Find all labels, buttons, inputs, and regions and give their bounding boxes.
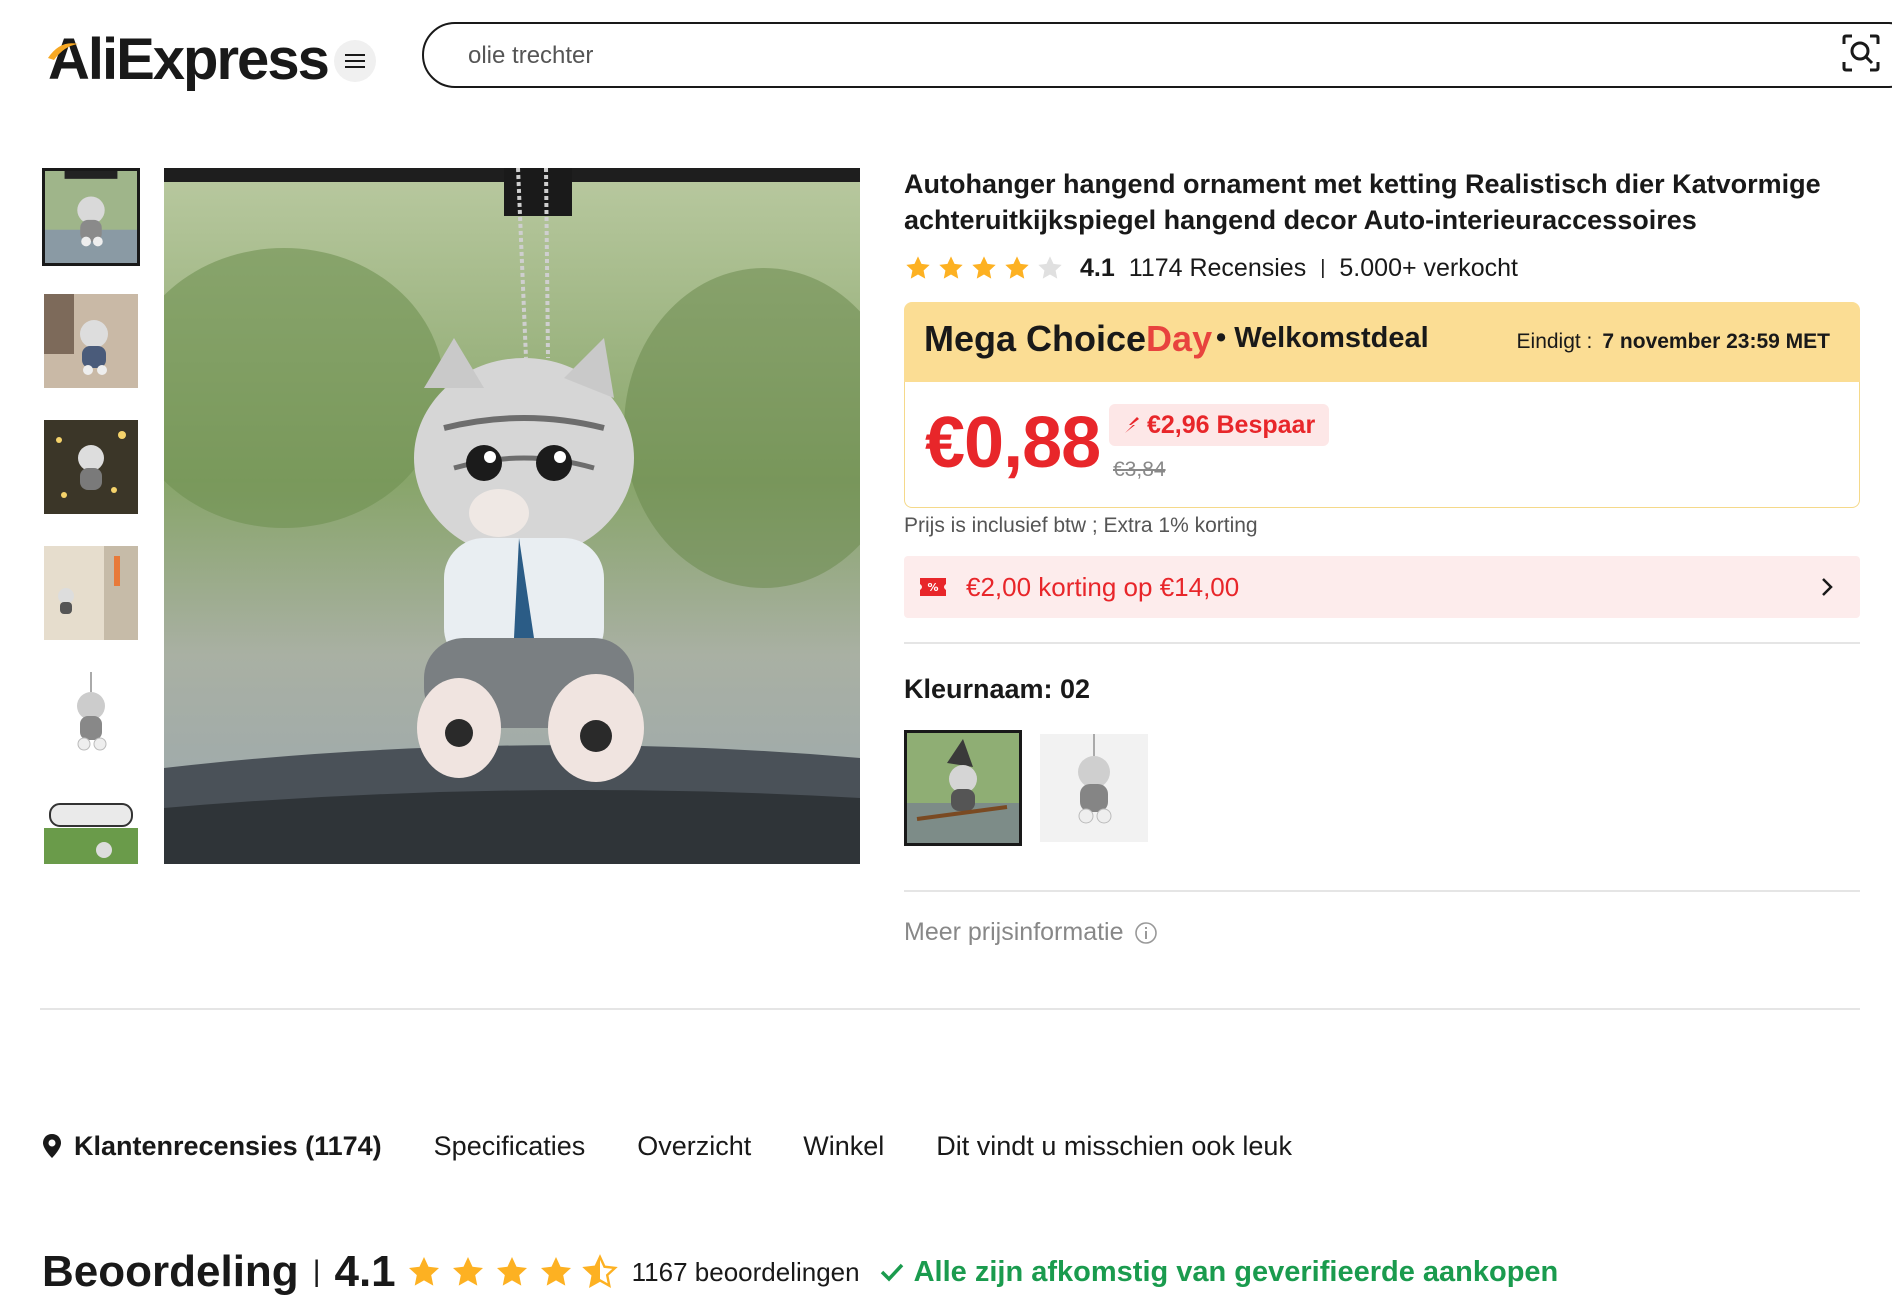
divider (904, 642, 1860, 644)
star-icon (540, 1257, 571, 1286)
tab-store[interactable]: Winkel (803, 1131, 884, 1162)
star-half-icon (581, 1254, 618, 1288)
product-rating-row: 4.1 1174 Recensies | 5.000+ verkocht (904, 250, 1518, 286)
aliexpress-logo[interactable]: AliExpress (48, 24, 330, 94)
location-pin-icon (43, 1134, 61, 1158)
tab-customer-reviews[interactable]: Klantenrecensies (1174) (42, 1131, 382, 1162)
thumbnail-1[interactable] (42, 168, 140, 266)
tab-specifications[interactable]: Specificaties (434, 1131, 586, 1162)
arrow-down-icon (1125, 417, 1139, 433)
rating-summary-stars (406, 1254, 618, 1290)
original-price: €3,84 (1113, 458, 1166, 481)
star-icon (972, 256, 996, 279)
info-icon (1134, 921, 1157, 944)
verified-text: Alle zijn afkomstig van geverifieerde aa… (913, 1255, 1559, 1288)
deal-title-main: Mega Choice (924, 318, 1147, 359)
section-tabs: Klantenrecensies (1174) Specificaties Ov… (42, 1124, 1344, 1168)
star-empty-icon (1038, 256, 1062, 279)
rating-stars (904, 254, 1064, 282)
thumbnail-image (44, 420, 138, 514)
search-input[interactable] (468, 38, 1768, 74)
deal-ends-value: 7 november 23:59 MET (1602, 330, 1830, 353)
chevron-right-icon (1822, 578, 1833, 596)
coupon-icon: % (920, 578, 946, 596)
deal-ends: Eindigt : 7 november 23:59 MET (1517, 330, 1830, 354)
variant-image (907, 733, 1019, 843)
star-icon (496, 1257, 527, 1286)
coupon-text: €2,00 korting op €14,00 (966, 571, 1240, 602)
save-amount: €2,96 Bespaar (1147, 410, 1316, 439)
tab-overview[interactable]: Overzicht (637, 1131, 751, 1162)
product-photo (164, 168, 860, 864)
section-divider (40, 1008, 1860, 1010)
menu-button[interactable] (334, 40, 376, 82)
product-title: Autohanger hangend ornament met ketting … (904, 169, 1821, 235)
coupon-row[interactable]: % €2,00 korting op €14,00 (904, 556, 1860, 618)
deal-banner: Mega ChoiceDay • Welkomstdeal Eindigt : 7… (904, 302, 1860, 382)
more-price-info[interactable]: Meer prijsinformatie (904, 918, 1158, 947)
thumbnail-image (44, 546, 138, 640)
tab-recommendations[interactable]: Dit vindt u misschien ook leuk (936, 1131, 1292, 1162)
divider (904, 890, 1860, 892)
deal-ends-label: Eindigt : (1516, 330, 1593, 353)
reviews-link[interactable]: 1174 Recensies (1129, 254, 1306, 283)
color-label: Kleurnaam: 02 (904, 674, 1091, 704)
rating-count: 1167 beoordelingen (631, 1256, 860, 1287)
thumbnail-image (44, 294, 138, 388)
price-box: €0,88 €2,96 Bespaar €3,84 (904, 382, 1860, 508)
save-badge: €2,96 Bespaar (1109, 404, 1330, 446)
deal-subtitle: • Welkomstdeal (1216, 322, 1429, 354)
tax-note: Prijs is inclusief btw ; Extra 1% kortin… (904, 514, 1258, 537)
search-bar (422, 22, 1892, 88)
rating-section-title: Beoordeling (42, 1247, 299, 1296)
star-icon (452, 1257, 483, 1286)
rating-summary: Beoordeling | 4.1 1167 beoordelingen All… (42, 1242, 1558, 1302)
star-icon (408, 1257, 439, 1286)
checkmark-icon (880, 1263, 903, 1282)
thumbnail-2[interactable] (44, 294, 138, 388)
rating-summary-value: 4.1 (334, 1247, 396, 1296)
logo-swoosh-icon (48, 42, 78, 60)
star-icon (906, 256, 930, 279)
thumbnail-4[interactable] (44, 546, 138, 640)
thumbnail-list (42, 168, 140, 864)
thumbnail-5[interactable] (44, 672, 138, 766)
tab-label: Klantenrecensies (1174) (74, 1130, 382, 1161)
deal-title-day: Day (1146, 318, 1213, 359)
more-price-label: Meer prijsinformatie (904, 918, 1124, 946)
current-price: €0,88 (925, 403, 1101, 483)
thumbnail-6[interactable] (44, 798, 138, 864)
separator: | (1320, 256, 1326, 279)
main-product-image[interactable] (164, 168, 860, 864)
star-icon (939, 256, 963, 279)
thumbnail-3[interactable] (44, 420, 138, 514)
star-icon (1005, 256, 1029, 279)
variant-image (1040, 734, 1148, 842)
logo-text: AliExpress (48, 26, 330, 92)
hamburger-icon (345, 54, 365, 68)
variant-option-2[interactable] (1040, 734, 1148, 842)
thumbnail-image (44, 798, 138, 864)
verified-purchases-note: Alle zijn afkomstig van geverifieerde aa… (878, 1255, 1559, 1289)
sold-count: 5.000+ verkocht (1339, 253, 1518, 282)
deal-title: Mega ChoiceDay (924, 318, 1212, 360)
image-search-icon[interactable] (1842, 34, 1880, 72)
thumbnail-image (44, 672, 138, 766)
variant-option-1[interactable] (904, 730, 1022, 846)
thumbnail-image (45, 171, 137, 263)
svg-text:%: % (927, 581, 938, 594)
separator: | (312, 1255, 321, 1288)
rating-value: 4.1 (1080, 253, 1115, 282)
